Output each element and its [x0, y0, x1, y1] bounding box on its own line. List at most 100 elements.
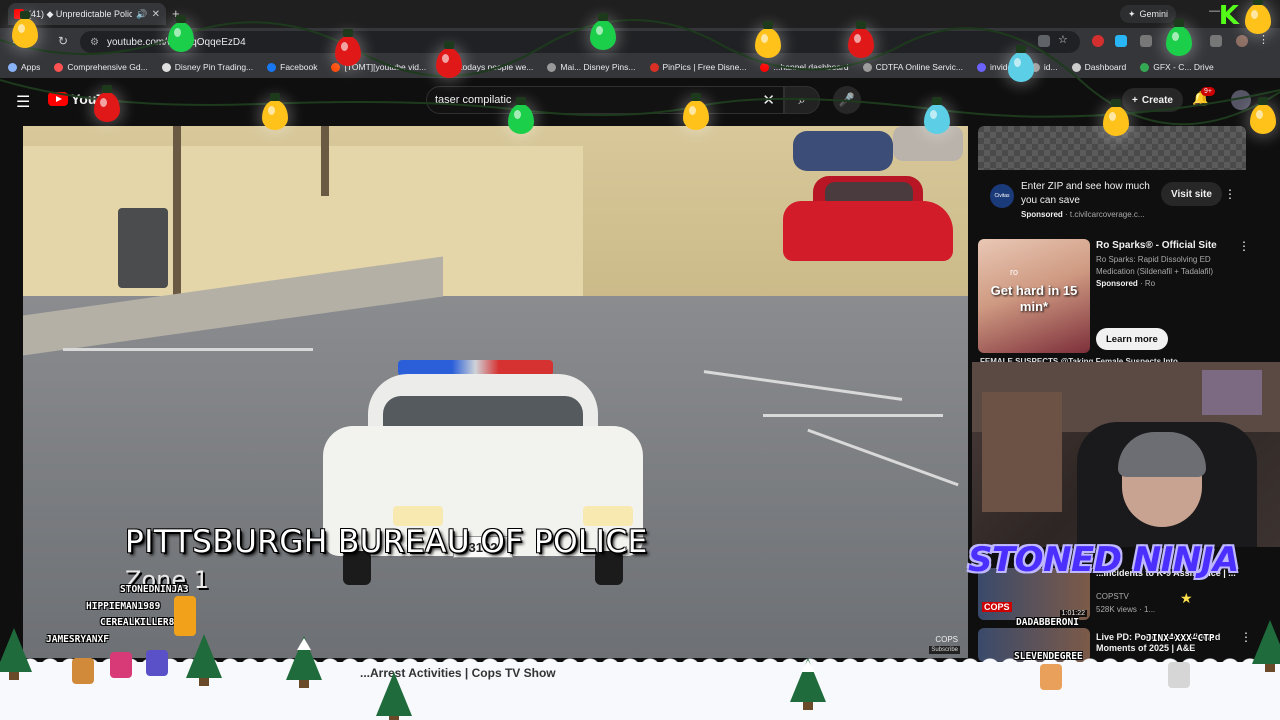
chat-avatar-sprite	[110, 652, 132, 678]
browser-tab-strip: (41) ◆ Unpredictable Polic 🔊 ✕ + ✦ Gemini…	[0, 0, 1280, 31]
url-bar[interactable]: ⚙ youtube.com/w=n8qOqqeEzD4	[80, 31, 1080, 53]
create-button[interactable]: + Create	[1122, 88, 1183, 112]
gemini-label: Gemini	[1139, 9, 1169, 19]
bookmark-favicon-icon	[1071, 62, 1081, 72]
ad-thumbnail[interactable]: ro Get hard in 15 min*	[978, 239, 1090, 353]
cast-icon[interactable]	[1038, 35, 1050, 47]
chat-username: CEREALKILLER888	[100, 617, 186, 628]
learn-more-button[interactable]: Learn more	[1096, 328, 1168, 350]
webcam-overlay	[972, 362, 1280, 547]
site-info-icon[interactable]: ⚙	[90, 37, 99, 48]
bookmark-label: id...	[1043, 62, 1058, 72]
streamer-name-overlay: STONED NINJA	[968, 540, 1239, 580]
subscribe-watermark[interactable]: Subscribe	[929, 646, 960, 654]
bookmark-item[interactable]: Disney Pin Trading...	[161, 62, 254, 72]
bookmark-item[interactable]: GFX - C... Drive	[1140, 62, 1214, 72]
reload-icon[interactable]: ↻	[58, 34, 68, 48]
channel-name[interactable]: COPSTV	[1096, 592, 1129, 601]
bookmarks-bar: Apps Comprehensive Gd... Disney Pin Tradin…	[0, 56, 1280, 78]
sponsored-label: Sponsored	[1096, 279, 1138, 288]
pine-tree	[186, 634, 222, 686]
advertiser-logo: Civitas	[990, 184, 1014, 208]
more-options-icon[interactable]: ⋮	[1238, 239, 1250, 253]
christmas-bulb-icon	[1166, 19, 1192, 56]
more-options-icon[interactable]: ⋮	[1240, 630, 1252, 644]
bookmark-label: Mai... Disney Pins...	[560, 62, 636, 72]
christmas-bulb-icon	[436, 41, 462, 78]
bookmark-favicon-icon	[161, 62, 171, 72]
chat-username: DADABBERONI	[1016, 617, 1079, 628]
christmas-bulb-icon	[508, 97, 534, 134]
bookmark-item[interactable]: Facebook	[267, 62, 317, 72]
road-line	[763, 414, 943, 417]
ad-thumb-brand: ro	[1010, 267, 1019, 277]
extension-blue-icon[interactable]	[1115, 35, 1127, 47]
christmas-bulb-icon	[1250, 97, 1276, 134]
tree-snowcap	[297, 638, 311, 650]
bookmark-item[interactable]: ...hannel dashboard	[760, 62, 849, 72]
create-label: Create	[1141, 94, 1173, 106]
bookmark-item[interactable]: id...	[1030, 62, 1058, 72]
chat-username: SLEVENDEGREE	[1014, 651, 1083, 662]
christmas-bulb-icon	[848, 21, 874, 58]
ad-title[interactable]: Ro Sparks® - Official Site	[1096, 240, 1217, 251]
christmas-bulb-icon	[262, 93, 288, 130]
ad-sponsor-line: Sponsored · t.civilcarcoverage.c...	[1021, 210, 1145, 219]
bookmark-favicon-icon	[267, 62, 277, 72]
bookmark-label: PinPics | Free Disne...	[662, 62, 747, 72]
tab-title: (41) ◆ Unpredictable Polic	[28, 8, 133, 19]
bookmark-item[interactable]: Apps	[8, 62, 40, 72]
red-car-body	[783, 201, 953, 261]
road-line	[63, 348, 313, 351]
channel-watermark[interactable]: COPS	[935, 635, 958, 644]
bookmark-label: Dashboard	[1084, 62, 1127, 72]
speaker-icon[interactable]: 🔊	[136, 9, 147, 20]
gemini-button[interactable]: ✦ Gemini	[1120, 5, 1177, 23]
gemini-icon: ✦	[1128, 8, 1136, 19]
search-input[interactable]: taser compilatic ✕	[426, 86, 784, 114]
pine-tree	[1252, 620, 1280, 672]
account-avatar[interactable]	[1231, 90, 1251, 110]
bookmark-label: If todays people we...	[453, 62, 534, 72]
bookmark-item[interactable]: Dashboard	[1071, 62, 1127, 72]
tree-snowcap	[801, 660, 815, 672]
hamburger-menu-icon[interactable]: ☰	[16, 92, 30, 112]
extensions-puzzle-icon[interactable]	[1140, 35, 1152, 47]
clear-search-icon[interactable]: ✕	[762, 91, 775, 109]
search-button[interactable]: ⌕	[784, 86, 820, 114]
kick-k: K	[1218, 1, 1239, 31]
chat-avatar-sprite	[72, 658, 94, 684]
bookmark-item[interactable]: CDTFA Online Servic...	[862, 62, 963, 72]
extension-red-icon[interactable]	[1092, 35, 1104, 47]
profile-avatar-icon[interactable]	[1236, 35, 1248, 47]
bookmark-favicon-icon	[1140, 62, 1150, 72]
close-tab-icon[interactable]: ✕	[152, 9, 160, 20]
visit-site-button[interactable]: Visit site	[1161, 182, 1222, 206]
browser-menu-icon[interactable]: ⋮	[1258, 33, 1270, 46]
chat-username: JAMESRYANXF	[46, 634, 109, 645]
pine-tree	[0, 628, 32, 680]
bookmark-item[interactable]: Mai... Disney Pins...	[547, 62, 636, 72]
bookmark-star-icon[interactable]: ☆	[1058, 33, 1070, 46]
chat-avatar-sprite	[1040, 664, 1062, 690]
bookmark-favicon-icon	[54, 62, 64, 72]
video-player[interactable]: 3192 PITTSBURGH BUREAU OF POLICE Zone 1 …	[23, 126, 968, 658]
chat-username: HIPPIEMAN1989	[86, 601, 161, 612]
bookmark-label: Disney Pin Trading...	[174, 62, 254, 72]
youtube-play-icon	[48, 92, 68, 106]
christmas-bulb-icon	[1245, 0, 1271, 34]
ad-description: Ro Sparks: Rapid Dissolving ED Medicatio…	[1096, 255, 1214, 276]
notification-badge: 9+	[1201, 87, 1215, 96]
ad-text: Enter ZIP and see how much you can save	[1021, 181, 1150, 206]
bookmark-item[interactable]: PinPics | Free Disne...	[649, 62, 747, 72]
red-car	[783, 176, 953, 271]
ad-card[interactable]: Civitas Enter ZIP and see how much you c…	[978, 170, 1246, 232]
pine-tree	[376, 672, 412, 720]
voice-search-button[interactable]: 🎤	[833, 86, 861, 114]
ad-domain: · t.civilcarcoverage.c...	[1065, 210, 1145, 219]
more-options-icon[interactable]: ⋮	[1224, 187, 1236, 201]
media-control-icon[interactable]	[1210, 35, 1222, 47]
bookmark-favicon-icon	[649, 62, 659, 72]
search-icon: ⌕	[798, 92, 806, 107]
bookmark-item[interactable]: Comprehensive Gd...	[54, 62, 148, 72]
